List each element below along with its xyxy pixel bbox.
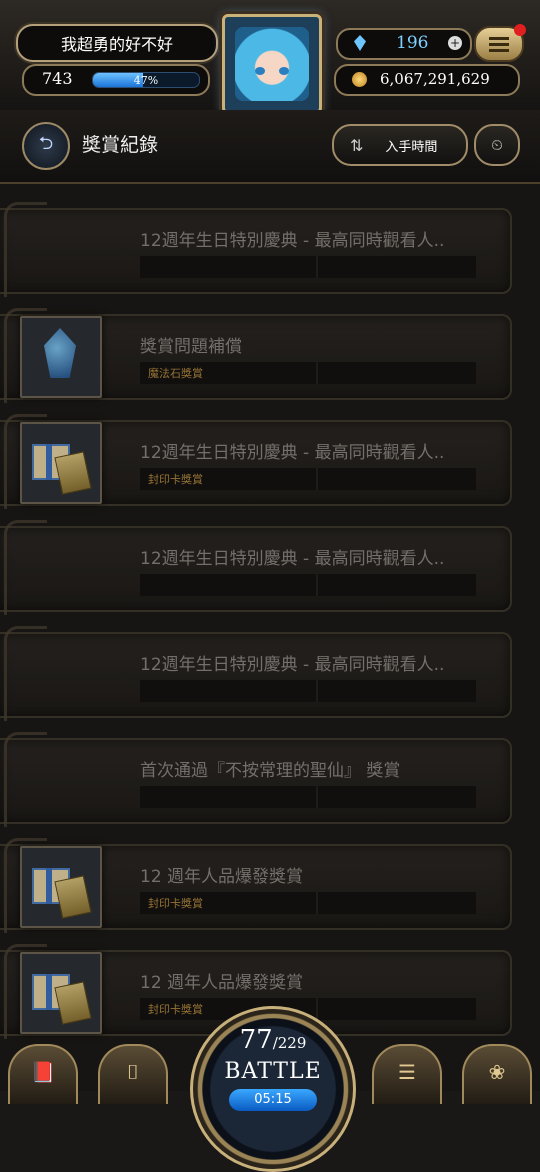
coin-icon [352, 72, 367, 87]
reward-row[interactable]: 12週年生日特別慶典 - 最高同時觀看人.. [0, 626, 512, 721]
stamina-current: 77 [239, 1025, 273, 1055]
gift-ribbon [46, 974, 52, 1010]
level-plate: 743 47% [22, 64, 210, 96]
reward-title: 獎賞問題補償 [140, 337, 242, 357]
sort-order-icon: ⇅ [350, 135, 364, 155]
reward-subtitle-bar [140, 256, 476, 278]
reward-subtitle: 封印卡獎賞 [148, 473, 203, 486]
reward-title: 12週年生日特別慶典 - 最高同時觀看人.. [140, 443, 445, 463]
reward-row[interactable]: 12週年生日特別慶典 - 最高同時觀看人.. 封印卡獎賞 [0, 414, 512, 509]
stamina-max: /229 [272, 1034, 307, 1052]
exp-percent: 47% [133, 73, 159, 87]
gift-ribbon [46, 444, 52, 480]
reward-row[interactable]: 獎賞問題補償 魔法石獎賞 [0, 308, 512, 403]
bottom-navigation: 📕 ⌷ ☰ ❀ 77/229 BATTLE 05:15 [0, 1006, 540, 1172]
stamina-display: 77/229 [193, 1025, 353, 1055]
subtitle-divider [316, 892, 318, 914]
reward-subtitle-bar [140, 680, 476, 702]
reward-subtitle: 封印卡獎賞 [148, 897, 203, 910]
gift-ribbon [46, 868, 52, 904]
reward-row[interactable]: 首次通過『不按常理的聖仙』 獎賞 [0, 732, 512, 827]
history-button[interactable]: ⏲ [474, 124, 520, 166]
player-name: 我超勇的好不好 [60, 35, 173, 54]
page-header: ⮌ 獎賞紀錄 ⇅ 入手時間 ⏲ [0, 110, 540, 184]
menu-icon-bar [489, 43, 509, 46]
subtitle-divider [316, 680, 318, 702]
page-title: 獎賞紀錄 [82, 134, 159, 156]
seal-card-icon [54, 875, 92, 919]
subtitle-divider [316, 786, 318, 808]
subtitle-divider [316, 468, 318, 490]
nav-button-cards[interactable]: ❀ [462, 1044, 532, 1104]
back-arrow-icon: ⮌ [38, 133, 54, 154]
sort-label: 入手時間 [385, 139, 438, 155]
notification-dot-icon [514, 24, 526, 36]
seal-card-icon [54, 451, 92, 495]
magic-stone-thumbnail [20, 316, 102, 398]
player-avatar[interactable] [222, 14, 322, 114]
seal-card-icon [54, 981, 92, 1025]
row-frame-ornament [4, 202, 47, 297]
reward-subtitle-bar: 魔法石獎賞 [140, 362, 476, 384]
back-button[interactable]: ⮌ [22, 122, 70, 170]
shop-icon: ☰ [398, 1060, 416, 1084]
magic-stone-icon [354, 35, 366, 51]
seal-card-thumbnail [20, 422, 102, 504]
seal-card-thumbnail [20, 952, 102, 1034]
coin-counter: 6,067,291,629 [334, 64, 520, 96]
reward-subtitle-bar: 封印卡獎賞 [140, 468, 476, 490]
reward-subtitle-bar [140, 574, 476, 596]
magic-stone-count: 196 [396, 33, 429, 53]
seal-card-thumbnail [20, 846, 102, 928]
reward-title: 12週年生日特別慶典 - 最高同時觀看人.. [140, 655, 445, 675]
reward-title: 首次通過『不按常理的聖仙』 獎賞 [140, 761, 401, 781]
row-frame-ornament [4, 626, 47, 721]
reward-subtitle-bar: 封印卡獎賞 [140, 892, 476, 914]
reward-list[interactable]: 12週年生日特別慶典 - 最高同時觀看人.. 獎賞問題補償 魔法石獎賞 12週年… [0, 182, 540, 1091]
magic-stone-counter[interactable]: 196 + [336, 28, 472, 60]
reward-row[interactable]: 12週年生日特別慶典 - 最高同時觀看人.. [0, 520, 512, 615]
avatar-eye-right [279, 67, 289, 75]
sort-button[interactable]: ⇅ 入手時間 [332, 124, 468, 166]
magic-stone-icon [44, 328, 76, 378]
nav-button-shop[interactable]: ☰ [372, 1044, 442, 1104]
subtitle-divider [316, 574, 318, 596]
row-frame-ornament [4, 520, 47, 615]
main-menu-button[interactable] [474, 24, 526, 62]
player-level: 743 [42, 69, 73, 88]
coin-count: 6,067,291,629 [380, 70, 490, 88]
stamina-timer: 05:15 [229, 1089, 317, 1111]
reward-row[interactable]: 12週年生日特別慶典 - 最高同時觀看人.. [0, 202, 512, 297]
reward-subtitle: 魔法石獎賞 [148, 367, 203, 380]
history-clock-icon: ⏲ [491, 136, 503, 154]
avatar-eye-left [255, 67, 265, 75]
battle-label: BATTLE [224, 1059, 322, 1084]
top-status-bar: 我超勇的好不好 743 47% 196 + 6,067,291,629 [0, 0, 540, 114]
avatar-portrait [235, 27, 309, 101]
chest-icon: ⌷ [127, 1060, 139, 1084]
reward-subtitle: 封印卡獎賞 [148, 1003, 203, 1016]
exp-bar: 47% [92, 72, 200, 88]
player-name-plate[interactable]: 我超勇的好不好 [16, 24, 218, 62]
battle-button[interactable]: 77/229 BATTLE 05:15 [190, 1006, 356, 1172]
subtitle-divider [316, 256, 318, 278]
reward-title: 12週年生日特別慶典 - 最高同時觀看人.. [140, 549, 445, 569]
card-icon: ❀ [488, 1060, 506, 1084]
subtitle-divider [316, 998, 318, 1020]
nav-button-chest[interactable]: ⌷ [98, 1044, 168, 1104]
nav-button-book[interactable]: 📕 [8, 1044, 78, 1104]
add-magic-stone-icon[interactable]: + [448, 36, 462, 50]
subtitle-divider [316, 362, 318, 384]
menu-icon-bar [489, 49, 509, 52]
reward-title: 12 週年人品爆發獎賞 [140, 973, 304, 993]
row-frame-ornament [4, 732, 47, 827]
menu-icon-bar [489, 37, 509, 40]
reward-title: 12 週年人品爆發獎賞 [140, 867, 304, 887]
reward-subtitle-bar [140, 786, 476, 808]
reward-row[interactable]: 12 週年人品爆發獎賞 封印卡獎賞 [0, 838, 512, 933]
reward-title: 12週年生日特別慶典 - 最高同時觀看人.. [140, 231, 445, 251]
book-icon: 📕 [30, 1060, 56, 1084]
